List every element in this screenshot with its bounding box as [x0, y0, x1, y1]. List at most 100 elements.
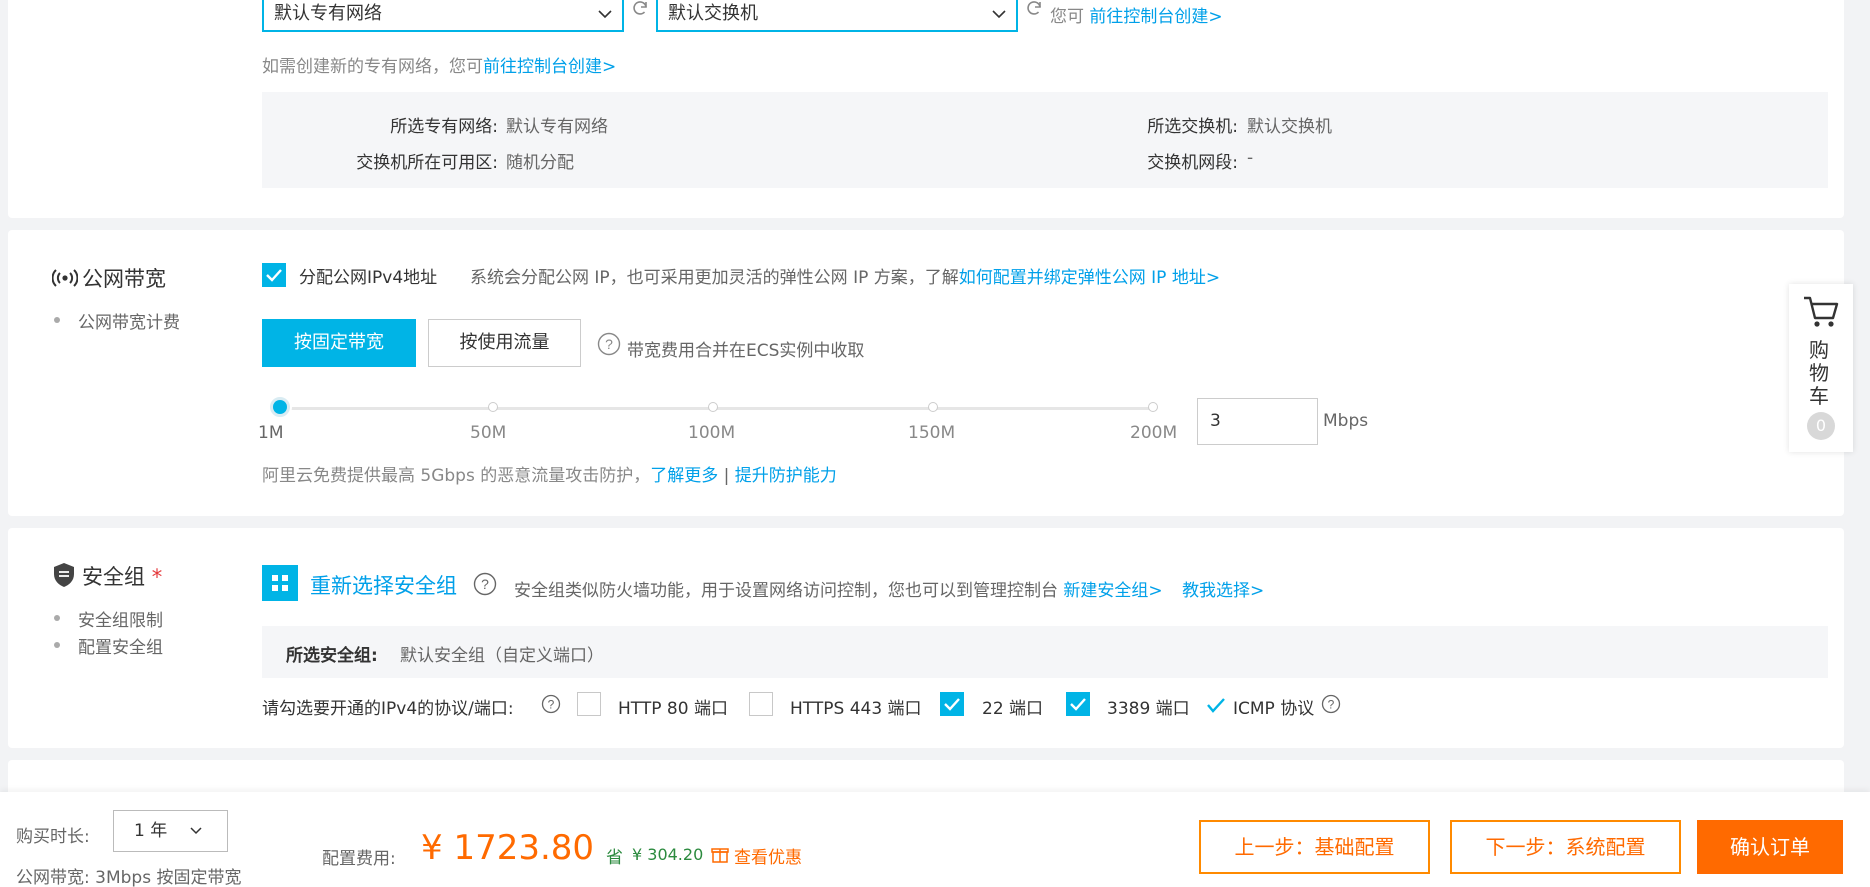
port-3389-label: 3389 端口 — [1107, 699, 1190, 719]
svg-text:?: ? — [481, 576, 489, 592]
refresh-icon[interactable] — [630, 0, 650, 18]
svg-text:?: ? — [605, 336, 613, 352]
next-step-button[interactable]: 下一步：系统配置 — [1450, 820, 1681, 874]
slider-dot[interactable] — [488, 402, 498, 412]
upgrade-protection-link[interactable]: 提升防护能力 — [735, 466, 837, 486]
configure-security-link[interactable]: 配置安全组 — [78, 633, 163, 658]
security-side-bullet — [54, 615, 60, 621]
ddos-note-text: 阿里云免费提供最高 5Gbps 的恶意流量攻击防护， — [262, 466, 651, 486]
selected-security-value: 默认安全组（自定义端口） — [400, 646, 604, 666]
cart-count-badge: 0 — [1807, 412, 1835, 440]
duration-label: 购买时长: — [16, 827, 90, 847]
eip-config-link[interactable]: 如何配置并绑定弹性公网 IP 地址> — [959, 268, 1220, 288]
learn-more-link[interactable]: 了解更多 — [650, 466, 718, 486]
bandwidth-unit: Mbps — [1323, 411, 1369, 431]
security-desc: 安全组类似防火墙功能，用于设置网络访问控制，您也可以到管理控制台 新建安全组> … — [514, 576, 1264, 601]
port-22-label: 22 端口 — [982, 699, 1044, 719]
chevron-down-icon — [992, 10, 1006, 19]
save-label: 省 — [606, 848, 623, 868]
question-icon[interactable]: ? — [597, 332, 621, 356]
prev-step-button[interactable]: 上一步：基础配置 — [1199, 820, 1430, 874]
slider-tick-label: 50M — [470, 423, 507, 443]
view-discount-link[interactable]: 查看优惠 — [734, 843, 802, 868]
port-22-checkbox[interactable] — [940, 692, 964, 716]
vpc-select-value: 默认专有网络 — [274, 3, 382, 24]
cart-panel[interactable]: 购 物 车 0 — [1789, 284, 1853, 452]
chevron-down-icon — [598, 10, 612, 19]
create-vpc-hint: 如需创建新的专有网络，您可前往控制台创建> — [262, 52, 616, 77]
bandwidth-summary: 公网带宽: 3Mbps 按固定带宽 — [16, 868, 242, 887]
slider-dot[interactable] — [708, 402, 718, 412]
console-create-link[interactable]: 前往控制台创建> — [1089, 7, 1222, 27]
refresh-icon[interactable] — [1024, 0, 1044, 18]
icmp-label: ICMP 协议 — [1233, 699, 1315, 719]
zone-label: 交换机所在可用区: — [356, 153, 498, 173]
vswitch-select[interactable]: 默认交换机 — [656, 0, 1018, 32]
broadcast-icon — [52, 269, 78, 287]
slider-tick-label: 1M — [258, 423, 284, 443]
svg-text:?: ? — [1328, 698, 1335, 712]
security-side-bullet — [54, 642, 60, 648]
assign-ipv4-desc-text: 系统会分配公网 IP，也可采用更加灵活的弹性公网 IP 方案，了解 — [470, 268, 959, 288]
security-title-text: 安全组 — [82, 565, 145, 589]
slider-handle[interactable] — [268, 395, 292, 419]
ddos-note: 阿里云免费提供最高 5Gbps 的恶意流量攻击防护，了解更多 | 提升防护能力 — [262, 461, 837, 486]
cart-icon — [1804, 296, 1839, 327]
bandwidth-title: 公网带宽 — [82, 267, 166, 291]
cidr-value: - — [1247, 148, 1254, 168]
slider-tick-label: 200M — [1130, 423, 1178, 443]
link-separator: | — [723, 466, 730, 486]
assign-ipv4-label: 分配公网IPv4地址 — [299, 268, 438, 288]
bandwidth-slider[interactable] — [268, 395, 1158, 419]
bandwidth-input[interactable]: 3 — [1197, 398, 1318, 445]
http-80-checkbox[interactable] — [577, 692, 601, 716]
zone-value: 随机分配 — [506, 153, 574, 173]
traffic-billing-button[interactable]: 按使用流量 — [428, 319, 581, 367]
save-value: ¥ 304.20 — [632, 845, 704, 864]
slider-dot[interactable] — [1148, 402, 1158, 412]
selected-vswitch-label: 所选交换机: — [1147, 117, 1238, 137]
gift-icon — [711, 848, 729, 863]
order-footer: 购买时长: 1 年 公网带宽: 3Mbps 按固定带宽 配置费用: ¥ 1723… — [0, 792, 1870, 887]
security-title: 安全组 * — [82, 561, 162, 591]
question-icon[interactable]: ? — [541, 694, 561, 714]
security-limit-link[interactable]: 安全组限制 — [78, 606, 163, 631]
new-security-group-link[interactable]: 新建安全组> — [1063, 581, 1162, 601]
selected-security-label: 所选安全组: — [286, 646, 378, 666]
slider-tick-label: 150M — [908, 423, 956, 443]
port-3389-checkbox[interactable] — [1066, 692, 1090, 716]
duration-select[interactable]: 1 年 — [113, 810, 228, 852]
shield-icon — [54, 563, 74, 587]
https-443-label: HTTPS 443 端口 — [790, 699, 922, 719]
vpc-select[interactable]: 默认专有网络 — [262, 0, 624, 32]
help-choose-link[interactable]: 教我选择> — [1182, 581, 1264, 601]
question-icon[interactable]: ? — [1321, 694, 1341, 714]
ports-label: 请勾选要开通的IPv4的协议/端口: — [262, 699, 514, 719]
slider-tick-label: 100M — [688, 423, 736, 443]
price-value: ¥ 1723.80 — [421, 828, 595, 868]
bandwidth-side-item[interactable]: 公网带宽计费 — [78, 308, 180, 333]
assign-ipv4-checkbox[interactable] — [262, 263, 286, 287]
create-vpc-link[interactable]: 前往控制台创建> — [483, 57, 616, 77]
required-mark: * — [151, 565, 163, 589]
selected-vswitch-value: 默认交换机 — [1247, 117, 1332, 137]
http-80-label: HTTP 80 端口 — [618, 699, 728, 719]
svg-text:?: ? — [548, 698, 555, 712]
bandwidth-side-bullet — [54, 317, 60, 323]
question-icon[interactable]: ? — [473, 572, 497, 596]
fee-label: 配置费用: — [322, 849, 396, 869]
selected-security-box: 所选安全组: 默认安全组（自定义端口） — [262, 626, 1828, 678]
cart-label-char: 车 — [1809, 384, 1829, 408]
bandwidth-fee-note: 带宽费用合并在ECS实例中收取 — [627, 341, 865, 361]
create-vpc-hint-text: 如需创建新的专有网络，您可 — [262, 57, 483, 77]
selected-vpc-label: 所选专有网络: — [390, 117, 498, 137]
fixed-bandwidth-button[interactable]: 按固定带宽 — [262, 319, 416, 367]
console-hint: 您可 前往控制台创建> — [1050, 2, 1223, 27]
cidr-label: 交换机网段: — [1147, 153, 1238, 173]
grid-icon[interactable] — [262, 565, 298, 601]
confirm-order-button[interactable]: 确认订单 — [1697, 820, 1843, 874]
https-443-checkbox[interactable] — [749, 692, 773, 716]
slider-dot[interactable] — [928, 402, 938, 412]
reselect-security-group-button[interactable]: 重新选择安全组 — [310, 570, 457, 600]
security-desc-text: 安全组类似防火墙功能，用于设置网络访问控制，您也可以到管理控制台 — [514, 581, 1058, 601]
